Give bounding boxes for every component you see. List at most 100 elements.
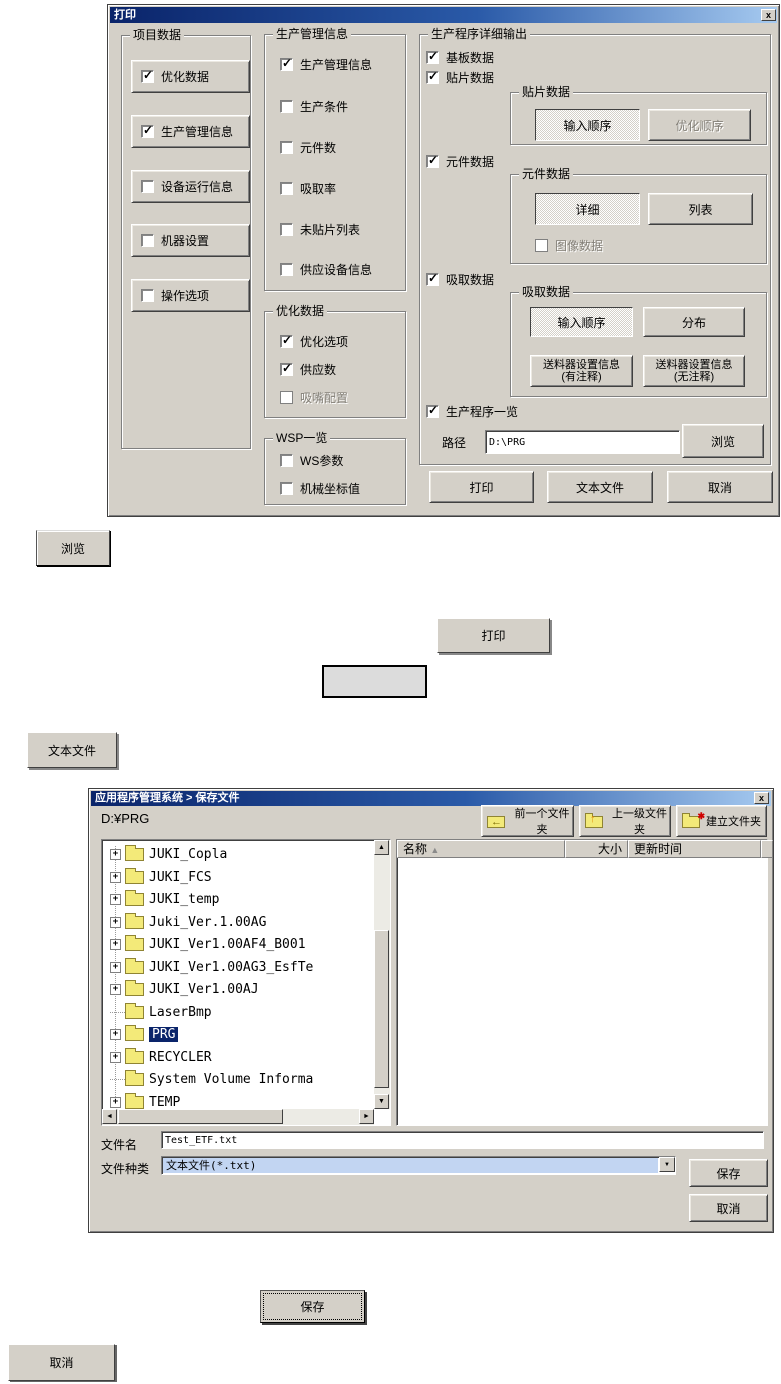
scroll-up-icon[interactable]: ▲ bbox=[374, 840, 389, 855]
tree-hscrollbar[interactable]: ◄ ► bbox=[102, 1109, 374, 1125]
check-prod-condition[interactable]: 生产条件 bbox=[280, 98, 348, 115]
close-icon[interactable]: x bbox=[754, 792, 769, 804]
checkbox-icon[interactable] bbox=[141, 68, 154, 83]
checkbox-icon[interactable] bbox=[141, 180, 154, 193]
save-float-button[interactable]: 保存 bbox=[260, 1290, 365, 1323]
textfile-float-button[interactable]: 文本文件 bbox=[27, 732, 117, 768]
tree-item-juki-copla[interactable]: + JUKI_Copla bbox=[102, 843, 227, 865]
column-header-name[interactable]: 名称 ▲ bbox=[397, 840, 565, 858]
check-machine-coord[interactable]: 机械坐标值 bbox=[280, 480, 360, 497]
filename-input[interactable] bbox=[161, 1131, 764, 1149]
tree-item-recycler[interactable]: + RECYCLER bbox=[102, 1046, 212, 1068]
up-folder-button[interactable]: ↑ 上一级文件夹 bbox=[579, 805, 671, 837]
checkbox-icon[interactable] bbox=[426, 403, 439, 418]
checkbox-icon[interactable] bbox=[280, 56, 293, 71]
input-order-button[interactable]: 输入顺序 bbox=[535, 109, 640, 141]
combo-dropdown-icon[interactable]: ▼ bbox=[659, 1157, 675, 1172]
expand-icon[interactable]: + bbox=[110, 848, 121, 860]
checkbox-icon[interactable] bbox=[280, 263, 293, 276]
scroll-down-icon[interactable]: ▼ bbox=[374, 1094, 389, 1109]
save-button[interactable]: 保存 bbox=[689, 1159, 768, 1187]
print-dialog-titlebar[interactable]: 打印 bbox=[110, 7, 777, 23]
checkbox-icon[interactable] bbox=[280, 361, 293, 376]
checkbox-icon[interactable] bbox=[141, 123, 154, 138]
checkbox-icon[interactable] bbox=[426, 69, 439, 84]
feeder-info-uncommented-button[interactable]: 送料器设置信息 (无注释) bbox=[643, 355, 745, 387]
cancel-button[interactable]: 取消 bbox=[689, 1194, 768, 1222]
check-pickup-data[interactable]: 吸取数据 bbox=[426, 271, 494, 288]
tree-item-juki-ver-100ag[interactable]: + Juki_Ver.1.00AG bbox=[102, 911, 266, 933]
browse-button[interactable]: 浏览 bbox=[682, 424, 764, 458]
feeder-info-commented-button[interactable]: 送料器设置信息 (有注释) bbox=[530, 355, 633, 387]
expand-icon[interactable]: + bbox=[110, 1028, 121, 1040]
item-button-operation-option[interactable]: 操作选项 bbox=[131, 279, 250, 312]
expand-icon[interactable]: + bbox=[110, 961, 121, 973]
scroll-right-icon[interactable]: ► bbox=[359, 1109, 374, 1124]
tree-item-system-volume[interactable]: System Volume Informa bbox=[102, 1068, 313, 1090]
check-component-count[interactable]: 元件数 bbox=[280, 139, 336, 156]
tree-item-juki-fcs[interactable]: + JUKI_FCS bbox=[102, 866, 212, 888]
scroll-left-icon[interactable]: ◄ bbox=[102, 1109, 117, 1124]
detail-button[interactable]: 详细 bbox=[535, 193, 640, 225]
browse-float-button[interactable]: 浏览 bbox=[36, 530, 110, 566]
column-header-modified[interactable]: 更新时间 bbox=[628, 840, 761, 858]
close-icon[interactable]: x bbox=[761, 9, 776, 21]
item-button-optimize-data[interactable]: 优化数据 bbox=[131, 60, 250, 93]
checkbox-icon[interactable] bbox=[280, 182, 293, 195]
distribution-button[interactable]: 分布 bbox=[643, 307, 745, 337]
checkbox-icon[interactable] bbox=[280, 454, 293, 467]
textfile-button[interactable]: 文本文件 bbox=[547, 471, 653, 503]
check-pickup-rate[interactable]: 吸取率 bbox=[280, 180, 336, 197]
check-program-list[interactable]: 生产程序一览 bbox=[426, 403, 518, 420]
tree-item-juki-ver1-00ag3[interactable]: + JUKI_Ver1.00AG3_EsfTe bbox=[102, 956, 313, 978]
check-prod-mgmt-info[interactable]: 生产管理信息 bbox=[280, 56, 372, 73]
save-dialog-titlebar[interactable]: 应用程序管理系统 > 保存文件 bbox=[91, 791, 771, 806]
check-ws-param[interactable]: WS参数 bbox=[280, 452, 343, 469]
checkbox-icon[interactable] bbox=[141, 289, 154, 302]
checkbox-icon[interactable] bbox=[280, 141, 293, 154]
checkbox-icon[interactable] bbox=[426, 153, 439, 168]
checkbox-icon[interactable] bbox=[280, 333, 293, 348]
item-button-prod-mgmt-info[interactable]: 生产管理信息 bbox=[131, 115, 250, 148]
check-supply-count[interactable]: 供应数 bbox=[280, 361, 336, 378]
check-supply-device-info[interactable]: 供应设备信息 bbox=[280, 261, 372, 278]
tree-item-juki-ver1-00af4[interactable]: + JUKI_Ver1.00AF4_B001 bbox=[102, 933, 306, 955]
check-placement-data[interactable]: 贴片数据 bbox=[426, 69, 494, 86]
checkbox-icon[interactable] bbox=[141, 234, 154, 247]
tree-vscrollbar[interactable]: ▲ ▼ bbox=[374, 840, 390, 1109]
expand-icon[interactable]: + bbox=[110, 983, 121, 995]
print-float-button[interactable]: 打印 bbox=[437, 618, 550, 653]
tree-item-juki-temp[interactable]: + JUKI_temp bbox=[102, 888, 219, 910]
check-component-data[interactable]: 元件数据 bbox=[426, 153, 494, 170]
hscroll-thumb[interactable] bbox=[118, 1109, 283, 1124]
checkbox-icon[interactable] bbox=[280, 223, 293, 236]
check-board-data[interactable]: 基板数据 bbox=[426, 49, 494, 66]
cancel-button[interactable]: 取消 bbox=[667, 471, 773, 503]
checkbox-icon[interactable] bbox=[426, 49, 439, 64]
checkbox-icon[interactable] bbox=[280, 482, 293, 495]
expand-icon[interactable]: + bbox=[110, 871, 121, 883]
tree-item-juki-ver1-00aj[interactable]: + JUKI_Ver1.00AJ bbox=[102, 978, 259, 1000]
new-folder-button[interactable]: ✱ 建立文件夹 bbox=[676, 805, 767, 837]
expand-icon[interactable]: + bbox=[110, 938, 121, 950]
check-unplaced-list[interactable]: 未贴片列表 bbox=[280, 221, 360, 238]
expand-icon[interactable]: + bbox=[110, 893, 121, 905]
vscroll-thumb[interactable] bbox=[374, 930, 389, 1088]
item-button-device-run-info[interactable]: 设备运行信息 bbox=[131, 170, 250, 203]
check-optimize-option[interactable]: 优化选项 bbox=[280, 333, 348, 350]
expand-icon[interactable]: + bbox=[110, 1051, 121, 1063]
checkbox-icon[interactable] bbox=[280, 100, 293, 113]
tree-item-prg[interactable]: + PRG bbox=[102, 1023, 179, 1045]
print-button[interactable]: 打印 bbox=[429, 471, 534, 503]
previous-folder-button[interactable]: ← 前一个文件夹 bbox=[481, 805, 574, 837]
pickup-input-order-button[interactable]: 输入顺序 bbox=[530, 307, 633, 337]
path-input[interactable] bbox=[485, 430, 680, 454]
expand-icon[interactable]: + bbox=[110, 1096, 121, 1108]
tree-item-laserbmp[interactable]: LaserBmp bbox=[102, 1001, 212, 1023]
expand-icon[interactable]: + bbox=[110, 916, 121, 928]
filetype-combobox[interactable]: 文本文件(*.txt) ▼ bbox=[161, 1156, 676, 1175]
cancel-float-button[interactable]: 取消 bbox=[8, 1344, 115, 1381]
checkbox-icon[interactable] bbox=[426, 271, 439, 286]
item-button-machine-setting[interactable]: 机器设置 bbox=[131, 224, 250, 257]
column-header-size[interactable]: 大小 bbox=[565, 840, 628, 858]
